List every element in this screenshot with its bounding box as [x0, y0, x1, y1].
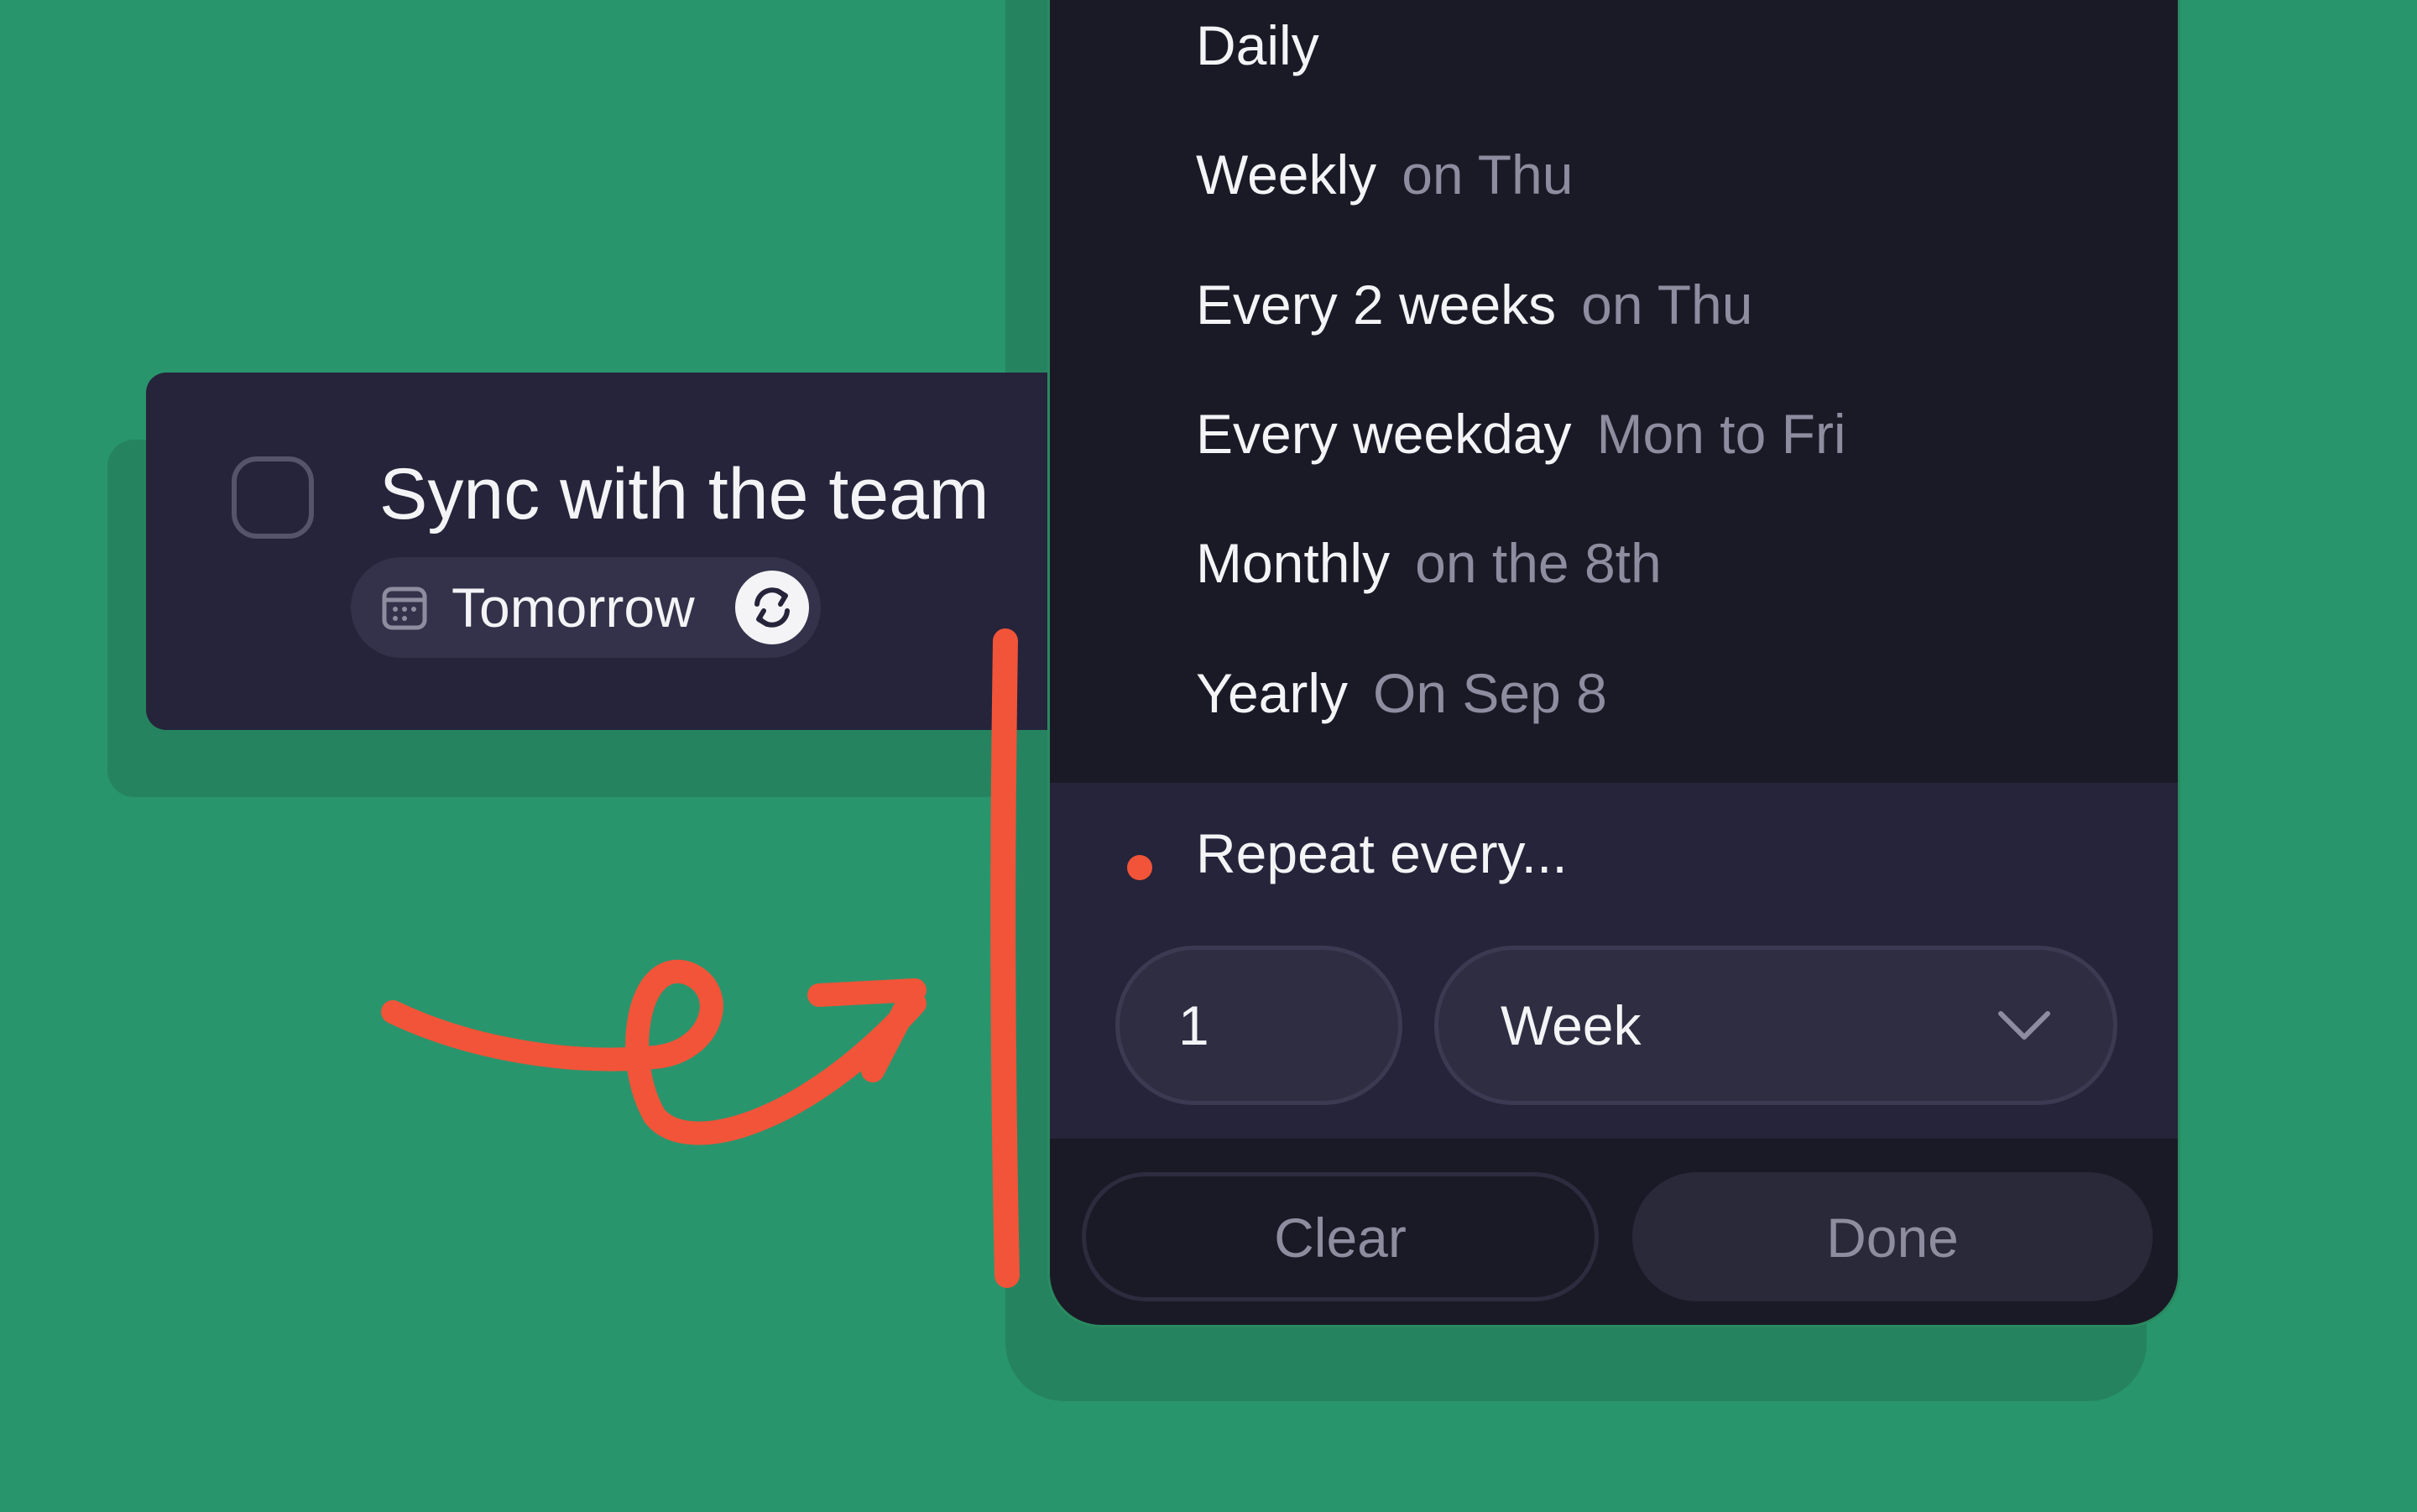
option-every-2-weeks[interactable]: Every 2 weeks on Thu — [1196, 258, 1752, 351]
option-detail: on Thu — [1402, 143, 1574, 206]
repeat-interval-input[interactable]: 1 — [1115, 946, 1402, 1105]
option-label: Yearly — [1196, 662, 1349, 724]
repeat-unit-select[interactable]: Week — [1434, 946, 2117, 1105]
chevron-down-icon — [1998, 1011, 2050, 1040]
option-detail: Mon to Fri — [1596, 403, 1846, 465]
calendar-icon — [382, 587, 427, 630]
option-every-weekday[interactable]: Every weekday Mon to Fri — [1196, 388, 1846, 480]
option-detail: on the 8th — [1415, 532, 1662, 594]
option-weekly[interactable]: Weekly on Thu — [1196, 128, 1573, 221]
task-checkbox[interactable] — [232, 456, 314, 539]
option-monthly[interactable]: Monthly on the 8th — [1196, 517, 1662, 609]
clear-button[interactable]: Clear — [1082, 1172, 1599, 1301]
annotation-arrow-icon — [381, 959, 927, 1145]
option-yearly[interactable]: Yearly On Sep 8 — [1196, 647, 1607, 739]
option-detail: On Sep 8 — [1373, 662, 1607, 724]
selected-dot — [1127, 855, 1152, 880]
repeat-every-label[interactable]: Repeat every... — [1196, 821, 1568, 885]
repeat-icon — [754, 587, 790, 628]
custom-repeat-panel: Repeat every... 1 Week — [1050, 783, 2178, 1139]
repeat-popover: Daily Weekly on Thu Every 2 weeks on Thu E… — [1047, 0, 2180, 1327]
option-label: Every weekday — [1196, 403, 1572, 465]
date-chip[interactable]: Tomorrow — [351, 557, 821, 658]
done-button[interactable]: Done — [1632, 1172, 2153, 1301]
option-daily[interactable]: Daily — [1196, 0, 1319, 91]
option-label: Daily — [1196, 14, 1319, 76]
task-card[interactable]: Sync with the team Tomorrow — [146, 373, 1136, 730]
annotation-arrowhead — [807, 978, 927, 1082]
repeat-badge[interactable] — [735, 571, 809, 644]
option-label: Every 2 weeks — [1196, 274, 1557, 336]
task-title[interactable]: Sync with the team — [379, 453, 989, 536]
date-label: Tomorrow — [452, 576, 695, 639]
option-label: Weekly — [1196, 143, 1377, 206]
option-detail: on Thu — [1581, 274, 1753, 336]
option-label: Monthly — [1196, 532, 1391, 594]
repeat-unit-value: Week — [1501, 994, 1642, 1056]
